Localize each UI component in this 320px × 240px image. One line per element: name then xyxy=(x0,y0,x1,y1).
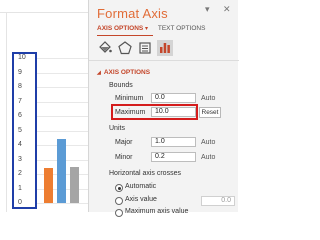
format-axis-pane: Format Axis ▾ ✕ AXIS OPTIONS ▾ TEXT OPTI… xyxy=(88,0,239,217)
pane-options-dropdown-icon[interactable]: ▾ xyxy=(205,4,210,15)
axis-options-section-title: AXIS OPTIONS xyxy=(103,69,151,76)
maximum-axis-value-radio[interactable] xyxy=(115,209,123,217)
minor-auto-label: Auto xyxy=(201,154,216,161)
bar-blue[interactable] xyxy=(57,139,66,203)
gridline xyxy=(37,101,88,103)
automatic-radio[interactable] xyxy=(115,184,123,192)
reset-button[interactable]: Reset xyxy=(199,107,221,118)
chart-area[interactable]: 10 9 8 7 6 5 4 3 2 1 0 xyxy=(0,0,88,212)
major-input[interactable]: 1.0 xyxy=(151,137,196,147)
axis-value-input[interactable]: 0.0 xyxy=(201,196,235,206)
minor-input[interactable]: 0.2 xyxy=(151,152,196,162)
minor-label: Minor xyxy=(115,154,133,161)
pane-title: Format Axis xyxy=(97,6,168,21)
tab-active-indicator xyxy=(97,35,153,36)
horizontal-axis-crosses-heading: Horizontal axis crosses xyxy=(109,170,181,177)
gridline xyxy=(37,203,88,204)
axis-value-radio-label[interactable]: Axis value xyxy=(125,196,157,203)
bar-orange[interactable] xyxy=(44,168,53,203)
paint-bucket-icon[interactable] xyxy=(97,40,113,56)
gridline xyxy=(37,116,88,117)
tab-axis-options-caret-icon[interactable]: ▾ xyxy=(145,26,148,32)
section-divider xyxy=(89,60,239,61)
units-heading: Units xyxy=(109,125,125,132)
bar-gray[interactable] xyxy=(70,166,79,203)
tab-text-options[interactable]: TEXT OPTIONS xyxy=(158,25,206,32)
collapse-caret-icon[interactable]: ◢ xyxy=(97,70,101,76)
pane-tabs: AXIS OPTIONS ▾ TEXT OPTIONS xyxy=(97,25,205,32)
maximum-highlight-box xyxy=(111,104,198,120)
option-icon-row xyxy=(97,40,237,56)
minimum-label: Minimum xyxy=(115,95,144,102)
maximum-axis-value-radio-label[interactable]: Maximum axis value xyxy=(125,208,188,215)
axis-options-section-header[interactable]: ◢ AXIS OPTIONS xyxy=(97,69,150,76)
gridline xyxy=(37,58,88,59)
pentagon-icon[interactable] xyxy=(117,40,133,56)
close-icon[interactable]: ✕ xyxy=(223,4,231,15)
minimum-input[interactable]: 0.0 xyxy=(151,93,196,103)
chart-border-top xyxy=(0,12,88,13)
chart-border-left xyxy=(6,12,7,212)
bounds-heading: Bounds xyxy=(109,82,133,89)
size-properties-icon[interactable] xyxy=(137,40,153,56)
vertical-axis-selection[interactable] xyxy=(12,52,37,209)
bar-chart-icon[interactable] xyxy=(157,40,173,56)
tab-axis-options[interactable]: AXIS OPTIONS xyxy=(97,25,143,32)
axis-value-radio[interactable] xyxy=(115,197,123,205)
gridline xyxy=(37,130,88,132)
major-auto-label: Auto xyxy=(201,139,216,146)
gridline xyxy=(37,87,88,88)
gridline xyxy=(37,72,88,74)
major-label: Major xyxy=(115,139,133,146)
automatic-radio-label[interactable]: Automatic xyxy=(125,183,156,190)
minimum-auto-label: Auto xyxy=(201,95,216,102)
